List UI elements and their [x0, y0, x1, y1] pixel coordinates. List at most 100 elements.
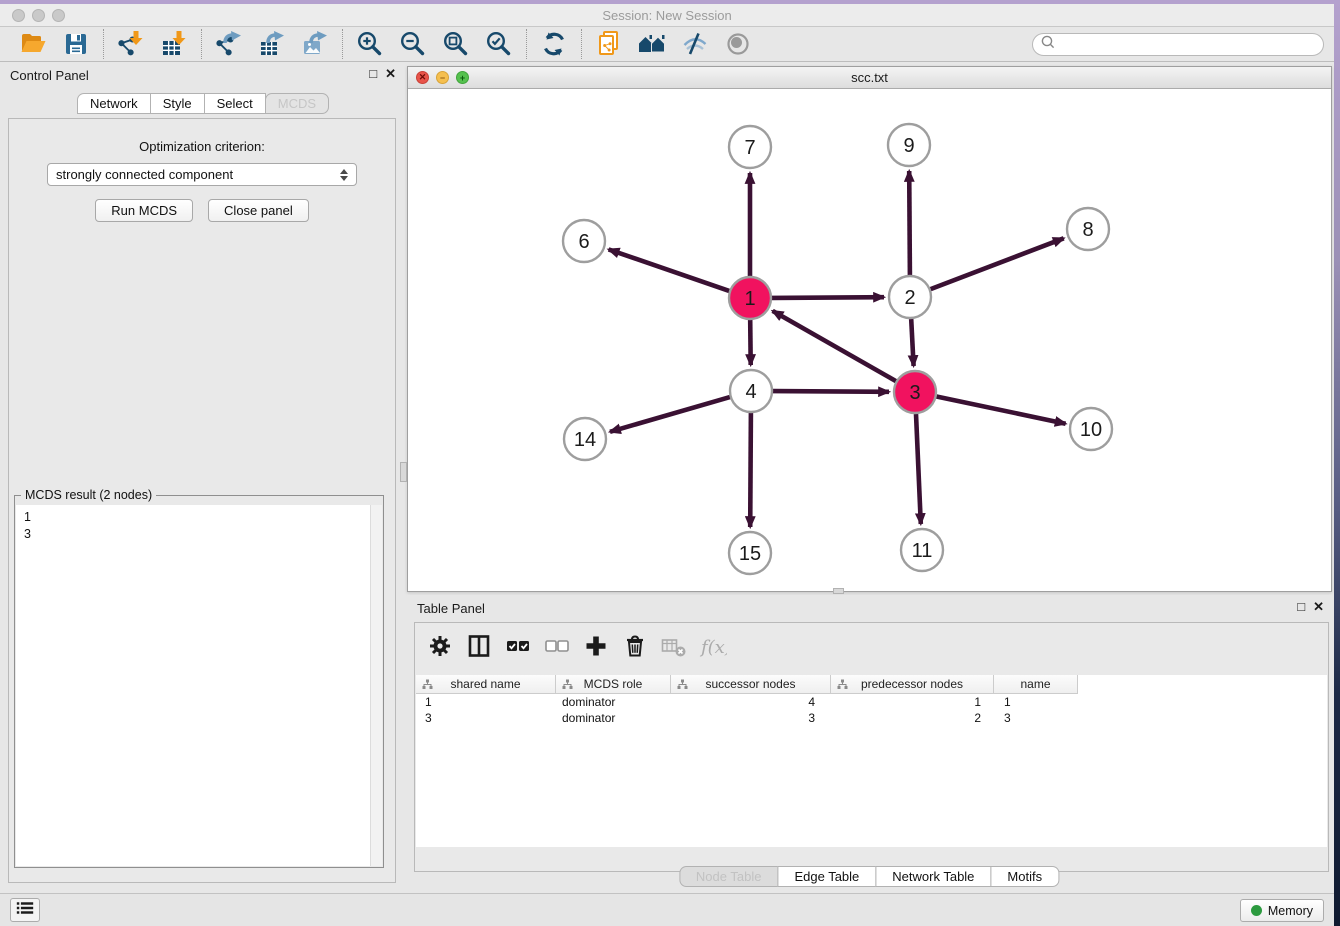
tab-motifs[interactable]: Motifs	[990, 866, 1059, 887]
memory-button[interactable]: Memory	[1240, 899, 1324, 922]
tab-network[interactable]: Network	[77, 93, 151, 114]
column-header-predecessor-nodes[interactable]: predecessor nodes	[831, 675, 994, 693]
zoom-out-icon[interactable]	[399, 30, 427, 58]
float-panel-icon[interactable]: □	[369, 65, 377, 83]
edge-2-8[interactable]	[931, 238, 1064, 289]
edge-2-9[interactable]	[909, 171, 910, 275]
zoom-in-icon[interactable]	[356, 30, 384, 58]
main-toolbar	[0, 27, 1334, 62]
network-close-button[interactable]: ✕	[416, 71, 429, 84]
node-label: 3	[909, 382, 920, 404]
task-history-button[interactable]	[10, 898, 40, 922]
add-column-icon[interactable]	[582, 632, 610, 660]
graph-node-7[interactable]: 7	[729, 126, 771, 168]
hide-panels-icon[interactable]	[681, 30, 709, 58]
zoom-selected-icon[interactable]	[485, 30, 513, 58]
edge-1-2[interactable]	[772, 297, 884, 298]
search-box[interactable]	[1032, 33, 1324, 56]
control-panel-tabs: NetworkStyleSelectMCDS	[78, 93, 329, 114]
zoom-fit-icon[interactable]	[442, 30, 470, 58]
application-window: Session: New Session Control Panel □ ✕ N…	[0, 4, 1334, 926]
control-panel: Control Panel □ ✕ NetworkStyleSelectMCDS…	[0, 62, 404, 889]
edge-1-6[interactable]	[609, 249, 730, 291]
tab-select[interactable]: Select	[204, 93, 266, 114]
column-header-successor-nodes[interactable]: successor nodes	[671, 675, 831, 693]
graph-node-9[interactable]: 9	[888, 124, 930, 166]
column-header-MCDS-role[interactable]: MCDS role	[556, 675, 671, 693]
open-session-icon[interactable]	[19, 30, 47, 58]
edge-2-3[interactable]	[911, 319, 913, 366]
network-maximize-button[interactable]: +	[456, 71, 469, 84]
close-panel-icon[interactable]: ✕	[385, 65, 396, 83]
edge-4-14[interactable]	[610, 397, 730, 432]
column-header-shared-name[interactable]: shared name	[416, 675, 556, 693]
node-label: 4	[745, 381, 756, 403]
close-window-button[interactable]	[12, 9, 25, 22]
tab-mcds[interactable]: MCDS	[265, 93, 329, 114]
column-label: predecessor nodes	[861, 677, 963, 691]
shared-column-icon	[677, 679, 688, 693]
deselect-all-rows-icon[interactable]	[543, 632, 571, 660]
tab-node-table[interactable]: Node Table	[679, 866, 779, 887]
graph-node-8[interactable]: 8	[1067, 208, 1109, 250]
refresh-icon[interactable]	[540, 30, 568, 58]
select-all-rows-icon[interactable]	[504, 632, 532, 660]
tab-edge-table[interactable]: Edge Table	[777, 866, 876, 887]
result-scrollbar[interactable]	[370, 505, 382, 866]
network-minimize-button[interactable]: −	[436, 71, 449, 84]
import-network-icon[interactable]	[117, 30, 145, 58]
horizontal-splitter-handle[interactable]	[833, 588, 844, 594]
float-table-panel-icon[interactable]: □	[1297, 598, 1305, 616]
search-input[interactable]	[1056, 36, 1323, 54]
table-row[interactable]: 3dominator323	[416, 710, 1327, 726]
tab-style[interactable]: Style	[150, 93, 205, 114]
column-label: successor nodes	[705, 677, 795, 691]
mcds-result-legend: MCDS result (2 nodes)	[21, 488, 156, 502]
toolbar-group	[582, 30, 765, 58]
vertical-splitter-handle[interactable]	[400, 462, 407, 482]
edge-4-3[interactable]	[773, 391, 889, 392]
graph-node-15[interactable]: 15	[729, 532, 771, 574]
graph-node-4[interactable]: 4	[730, 370, 772, 412]
edge-3-1[interactable]	[773, 311, 896, 381]
minimize-window-button[interactable]	[32, 9, 45, 22]
graph-node-10[interactable]: 10	[1070, 408, 1112, 450]
node-label: 7	[744, 137, 755, 159]
graph-node-11[interactable]: 11	[901, 529, 943, 571]
toggle-panes-icon[interactable]	[465, 632, 493, 660]
graph-node-14[interactable]: 14	[564, 418, 606, 460]
delete-column-icon[interactable]	[621, 632, 649, 660]
tab-network-table[interactable]: Network Table	[875, 866, 991, 887]
node-table: shared name MCDS role successor nodes prede…	[416, 675, 1327, 847]
save-session-icon[interactable]	[62, 30, 90, 58]
column-header-name[interactable]: name	[994, 675, 1078, 693]
close-panel-button[interactable]: Close panel	[208, 199, 309, 222]
edge-1-4[interactable]	[750, 320, 751, 365]
maximize-window-button[interactable]	[52, 9, 65, 22]
close-table-panel-icon[interactable]: ✕	[1313, 598, 1324, 616]
graph-node-2[interactable]: 2	[889, 276, 931, 318]
run-mcds-button[interactable]: Run MCDS	[95, 199, 193, 222]
graph-node-6[interactable]: 6	[563, 220, 605, 262]
network-canvas[interactable]: 7 9 6 8 1 2 4 3 14 10 15 11	[408, 90, 1331, 591]
import-table-icon[interactable]	[160, 30, 188, 58]
node-label: 1	[744, 288, 755, 310]
export-network-icon[interactable]	[215, 30, 243, 58]
column-settings-icon[interactable]	[426, 632, 454, 660]
new-network-from-file-icon[interactable]	[595, 30, 623, 58]
optimization-criterion-label: Optimization criterion:	[9, 139, 395, 154]
table-row[interactable]: 1dominator411	[416, 694, 1327, 710]
show-graphics-icon[interactable]	[724, 30, 752, 58]
graph-node-3[interactable]: 3	[894, 371, 936, 413]
column-label: shared name	[450, 677, 520, 691]
home-icon[interactable]	[638, 30, 666, 58]
graph-node-1[interactable]: 1	[729, 277, 771, 319]
shared-column-icon	[562, 679, 573, 693]
export-image-icon[interactable]	[301, 30, 329, 58]
edge-3-11[interactable]	[916, 414, 921, 524]
table-cell: dominator	[556, 695, 671, 709]
edge-4-15[interactable]	[750, 413, 751, 527]
edge-3-10[interactable]	[937, 397, 1066, 424]
criterion-dropdown[interactable]: strongly connected component	[47, 163, 357, 186]
export-table-icon[interactable]	[258, 30, 286, 58]
